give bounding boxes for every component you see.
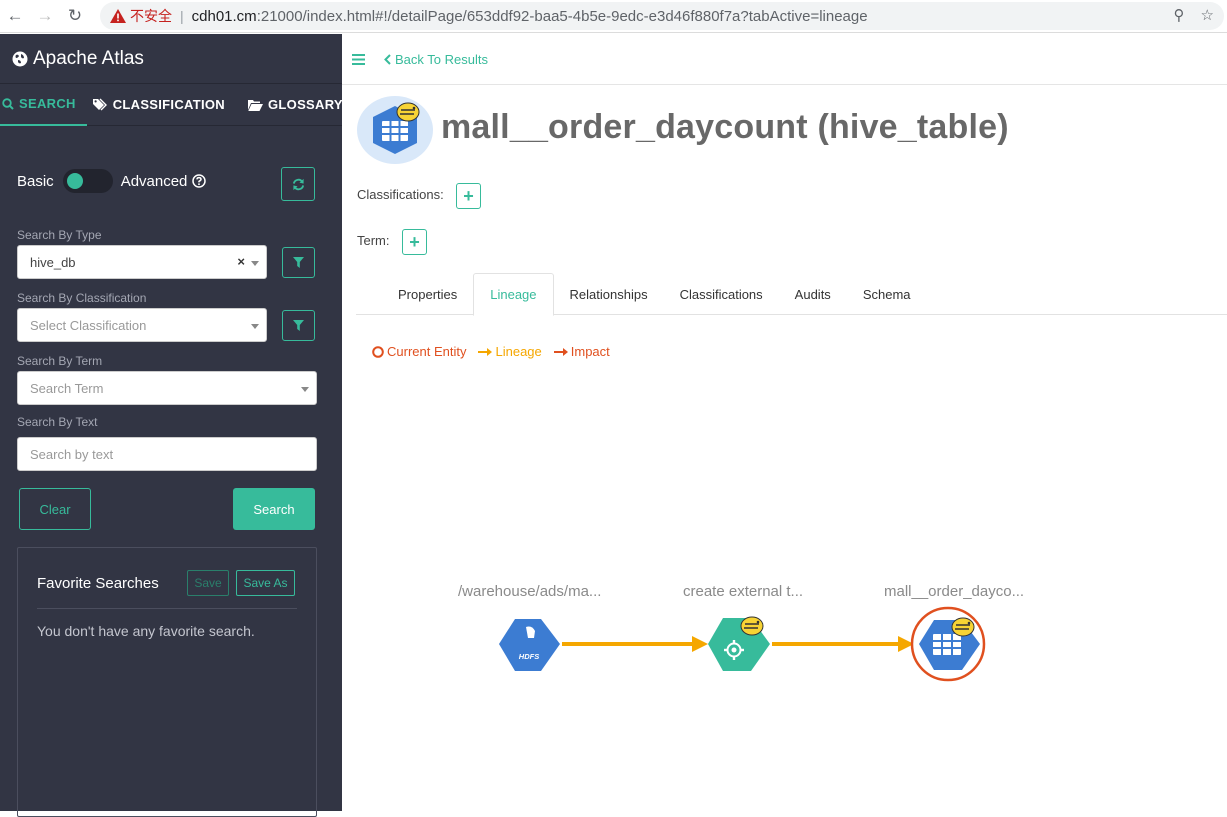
refresh-icon	[292, 178, 304, 190]
refresh-button[interactable]	[281, 167, 315, 201]
back-arrow-icon[interactable]: ←	[0, 1, 30, 31]
search-button[interactable]: Search	[233, 488, 315, 530]
chevron-down-icon	[251, 261, 259, 266]
search-by-text-label: Search By Text	[17, 415, 98, 429]
tab-classification-label: CLASSIFICATION	[112, 97, 225, 112]
toggle-advanced-label: Advanced	[120, 172, 188, 190]
divider	[37, 608, 297, 609]
lineage-edge	[562, 636, 708, 652]
mode-switch[interactable]	[62, 169, 113, 193]
tab-search[interactable]: SEARCH	[0, 84, 87, 126]
type-filter-button[interactable]	[282, 247, 315, 278]
chevron-down-icon	[251, 324, 259, 329]
filter-icon	[293, 320, 304, 331]
term-select-placeholder: Search Term	[30, 380, 104, 396]
current-entity-node[interactable]	[910, 606, 986, 682]
classification-select[interactable]: Select Classification	[17, 308, 267, 342]
tab-search-label: SEARCH	[19, 96, 76, 111]
type-select[interactable]: hive_db ×	[17, 245, 267, 279]
hdfs-node[interactable]: HDFS	[499, 619, 560, 671]
tag-icon	[92, 98, 107, 111]
favorite-searches-title: Favorite Searches	[37, 575, 159, 592]
favorites-empty-text: You don't have any favorite search.	[37, 623, 255, 639]
switch-knob	[66, 173, 83, 189]
clear-selection-icon[interactable]: ×	[237, 254, 245, 269]
save-as-button[interactable]: Save As	[236, 570, 295, 596]
forward-arrow-icon[interactable]: →	[30, 1, 60, 31]
sidebar-tabs: SEARCH CLASSIFICATION GLOSSARY	[0, 84, 343, 126]
help-icon[interactable]	[192, 174, 207, 188]
url-separator: |	[180, 8, 184, 24]
tab-glossary-label: GLOSSARY	[268, 97, 343, 112]
sidebar: Apache Atlas SEARCH CLASSIFICATION GLOSS…	[0, 34, 343, 817]
brand[interactable]: Apache Atlas	[0, 34, 342, 84]
url-path: :21000/index.html#!/detailPage/653ddf92-…	[256, 7, 868, 25]
globe-icon	[12, 51, 28, 66]
type-select-value: hive_db	[30, 254, 76, 270]
bookmark-star-icon[interactable]: ☆	[1201, 6, 1214, 24]
brand-title: Apache Atlas	[33, 47, 144, 69]
favorite-searches-panel: Favorite Searches Save Save As You don't…	[17, 547, 317, 817]
term-select[interactable]: Search Term	[17, 371, 317, 405]
browser-toolbar: ← → ↻ 不安全 | cdh01.cm:21000/index.html#!/…	[0, 0, 1227, 33]
search-mode-toggle: Basic Advanced	[17, 169, 207, 193]
tab-classification[interactable]: CLASSIFICATION	[87, 84, 236, 126]
search-text-placeholder: Search by text	[30, 446, 114, 462]
warning-icon	[110, 9, 126, 23]
folder-open-icon	[248, 99, 263, 111]
search-by-term-label: Search By Term	[17, 354, 103, 368]
hdfs-node-text: HDFS	[519, 652, 539, 661]
key-icon[interactable]: ⚲	[1174, 6, 1185, 24]
search-by-type-label: Search By Type	[17, 228, 102, 242]
clear-button[interactable]: Clear	[19, 488, 91, 530]
search-by-classification-label: Search By Classification	[17, 291, 147, 305]
address-bar[interactable]: 不安全 | cdh01.cm:21000/index.html#!/detail…	[100, 2, 1224, 30]
toggle-basic-label: Basic	[17, 172, 54, 190]
url-host: cdh01.cm	[191, 7, 257, 25]
hive-process-node[interactable]	[708, 616, 770, 671]
lineage-edge	[772, 636, 914, 652]
filter-icon	[293, 257, 304, 268]
search-text-input[interactable]: Search by text	[17, 437, 317, 471]
main-content: Back To Results mall__order_daycount (hi…	[342, 34, 1227, 811]
classification-filter-button[interactable]	[282, 310, 315, 341]
insecure-label: 不安全	[130, 8, 172, 24]
lineage-graph: HDFS	[499, 606, 986, 682]
chevron-down-icon	[301, 387, 309, 392]
reload-icon[interactable]: ↻	[60, 1, 90, 31]
tab-glossary[interactable]: GLOSSARY	[236, 84, 354, 126]
classification-select-placeholder: Select Classification	[30, 317, 147, 333]
save-button[interactable]: Save	[187, 570, 229, 596]
search-icon	[2, 97, 14, 110]
